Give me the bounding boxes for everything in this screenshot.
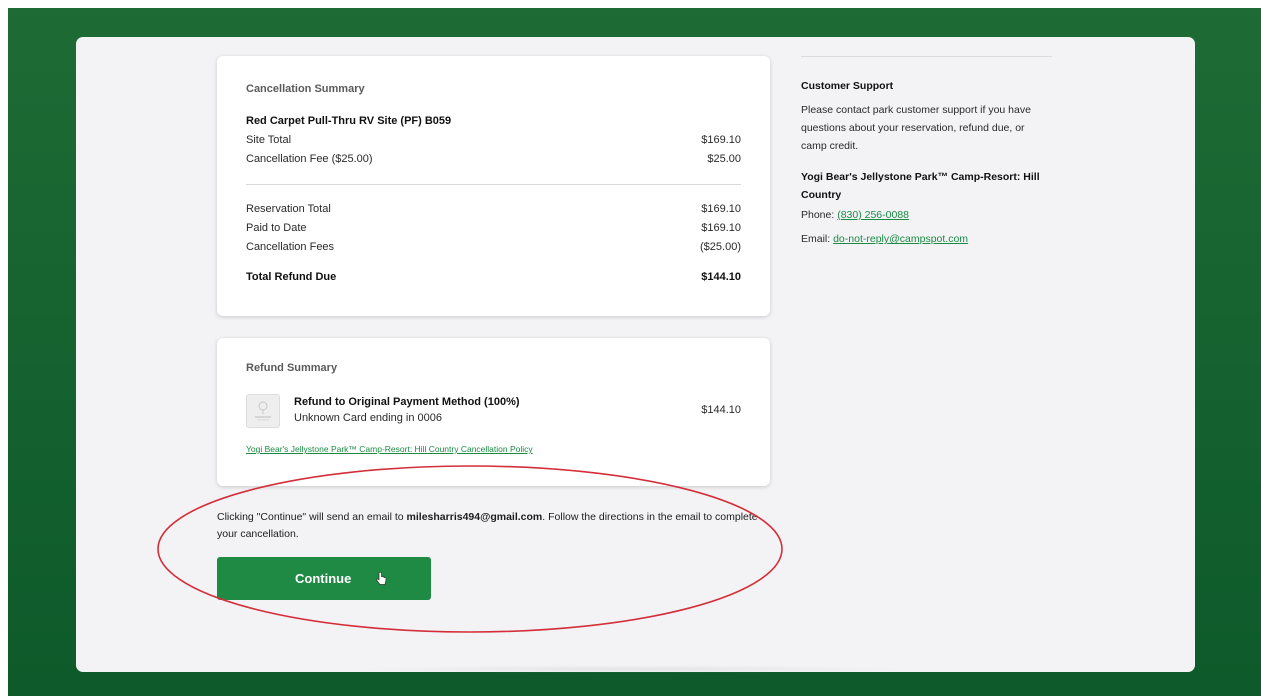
- site-name: Red Carpet Pull-Thru RV Site (PF) B059: [246, 115, 452, 127]
- refund-amount: $144.10: [701, 404, 741, 416]
- support-email-line: Email: do-not-reply@campspot.com: [801, 233, 968, 245]
- support-divider: [801, 56, 1052, 57]
- refund-method-title: Refund to Original Payment Method (100%): [294, 396, 520, 408]
- cancel-fee-row: Cancellation Fee ($25.00) $25.00: [246, 153, 741, 169]
- reservation-total-label: Reservation Total: [246, 203, 331, 215]
- support-phone-link[interactable]: (830) 256-0088: [837, 209, 909, 221]
- paid-to-date-row: Paid to Date $169.10: [246, 222, 741, 238]
- support-phone-label: Phone:: [801, 209, 838, 221]
- refund-summary-title: Refund Summary: [246, 362, 338, 374]
- paid-to-date-label: Paid to Date: [246, 222, 307, 234]
- refund-summary-card: Refund Summary Refund to Original Paymen…: [217, 338, 770, 486]
- bottom-glow: [350, 665, 910, 673]
- screen-border-left: [0, 0, 8, 696]
- screen-border-top: [0, 0, 1261, 8]
- site-total-amount: $169.10: [701, 134, 741, 146]
- refund-card-text: Unknown Card ending in 0006: [294, 412, 442, 424]
- hand-pointer-icon: [375, 571, 387, 589]
- hand-pointer-icon-graphic: [376, 571, 387, 585]
- cancellation-fees-label: Cancellation Fees: [246, 241, 335, 253]
- cancel-fee-label: Cancellation Fee ($25.00): [246, 153, 373, 165]
- continue-button[interactable]: Continue: [217, 557, 431, 600]
- continue-button-label: Continue: [295, 571, 352, 586]
- reservation-total-amount: $169.10: [701, 203, 741, 215]
- site-name-row: Red Carpet Pull-Thru RV Site (PF) B059: [246, 115, 741, 131]
- cancel-fee-amount: $25.00: [707, 153, 741, 165]
- site-total-label: Site Total: [246, 134, 292, 146]
- reservation-total-row: Reservation Total $169.10: [246, 203, 741, 219]
- paid-to-date-amount: $169.10: [701, 222, 741, 234]
- cancellation-summary-card: Cancellation Summary Red Carpet Pull-Thr…: [217, 56, 770, 316]
- total-refund-row: Total Refund Due $144.10: [246, 271, 741, 287]
- notice-prefix: Clicking "Continue" will send an email t…: [217, 511, 407, 523]
- cancellation-fees-row: Cancellation Fees ($25.00): [246, 241, 741, 257]
- cancellation-summary-title: Cancellation Summary: [246, 83, 365, 95]
- support-email-label: Email:: [801, 233, 834, 245]
- support-title: Customer Support: [801, 80, 894, 92]
- card-placeholder-icon-graphic: [255, 401, 271, 421]
- summary-divider: [246, 184, 741, 185]
- total-refund-label: Total Refund Due: [246, 271, 337, 283]
- site-total-row: Site Total $169.10: [246, 134, 741, 150]
- support-park-name: Yogi Bear's Jellystone Park™ Camp-Resort…: [801, 171, 1040, 201]
- cancellation-policy-link[interactable]: Yogi Bear's Jellystone Park™ Camp-Resort…: [246, 444, 533, 454]
- continue-notice: Clicking "Continue" will send an email t…: [217, 509, 762, 543]
- total-refund-amount: $144.10: [701, 271, 741, 283]
- support-email-link[interactable]: do-not-reply@campspot.com: [833, 233, 968, 245]
- support-text: Please contact park customer support if …: [801, 104, 1031, 152]
- cancellation-fees-amount: ($25.00): [700, 241, 741, 253]
- notice-email: milesharris494@gmail.com: [406, 511, 543, 523]
- support-phone-line: Phone: (830) 256-0088: [801, 209, 909, 221]
- card-placeholder-icon: [246, 394, 280, 428]
